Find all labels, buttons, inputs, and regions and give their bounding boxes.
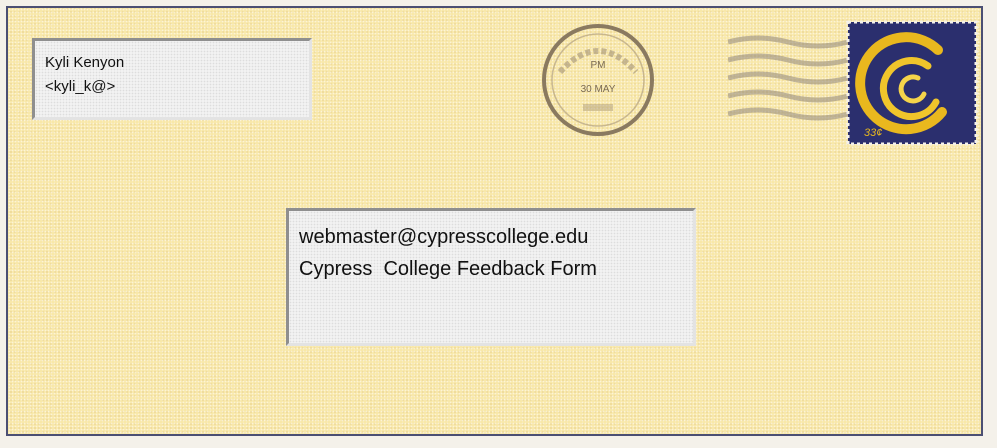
recipient-address-window: webmaster@cypresscollege.edu Cypress Col… (286, 208, 696, 346)
postmark-icon: PM 30 MAY (542, 24, 654, 136)
stamp-icon: 33¢ (846, 20, 978, 146)
recipient-subject: Cypress College Feedback Form (299, 258, 597, 280)
sender-email: <kyli_k@> (45, 78, 116, 95)
recipient-email: webmaster@cypresscollege.edu (299, 226, 589, 248)
sender-address-window: Kyli Kenyon <kyli_k@> (32, 38, 312, 120)
postmark-date: 30 MAY (581, 84, 616, 95)
sender-name: Kyli Kenyon (45, 54, 125, 71)
stamp-area: 33¢ (728, 20, 978, 146)
envelope: Kyli Kenyon <kyli_k@> PM 30 MAY 33¢ webm… (6, 6, 983, 436)
stamp-denomination: 33¢ (864, 127, 882, 139)
cancellation-lines-icon (728, 35, 849, 121)
postmark-time: PM (591, 60, 606, 71)
